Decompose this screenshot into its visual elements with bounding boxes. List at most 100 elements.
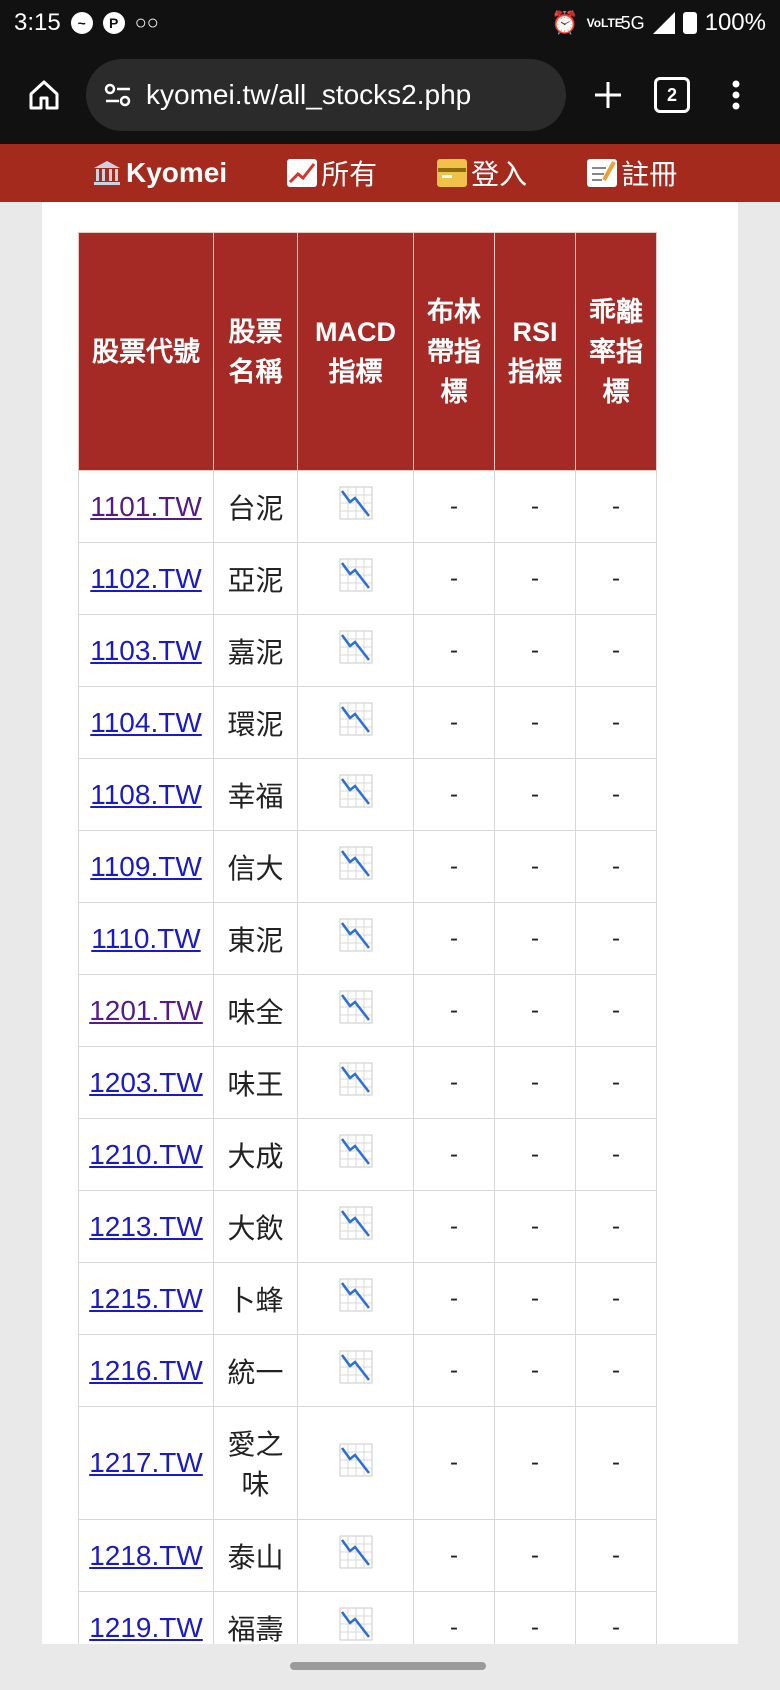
nav-item-login[interactable]: 登入 <box>437 153 527 193</box>
stock-code-link[interactable]: 1103.TW <box>90 635 202 666</box>
chart-down-icon[interactable] <box>339 1206 373 1246</box>
cell-macd[interactable] <box>297 1046 414 1119</box>
cell-bollinger: - <box>413 1118 495 1191</box>
stock-code-link[interactable]: 1101.TW <box>90 491 202 522</box>
chart-down-icon[interactable] <box>339 702 373 742</box>
cell-macd[interactable] <box>297 1519 414 1592</box>
cell-macd[interactable] <box>297 686 414 759</box>
cell-rsi: - <box>494 1046 576 1119</box>
battery-level: 100% <box>704 9 766 36</box>
table-row: 1216.TW 統一 - - - <box>78 1334 657 1407</box>
stock-code-link[interactable]: 1213.TW <box>89 1211 203 1242</box>
volte-label: VoLTE <box>586 16 623 30</box>
cell-bollinger: - <box>413 902 495 975</box>
stock-code-link[interactable]: 1219.TW <box>89 1612 203 1643</box>
cell-rsi: - <box>494 830 576 903</box>
new-tab-button[interactable] <box>576 63 640 127</box>
cell-stock-name: 嘉泥 <box>213 614 298 687</box>
header-bias: 乖離率指標 <box>575 232 657 471</box>
cell-stock-name: 卜蜂 <box>213 1262 298 1335</box>
stock-code-link[interactable]: 1201.TW <box>89 995 203 1026</box>
tab-switcher-button[interactable]: 2 <box>640 63 704 127</box>
cell-bias: - <box>575 542 657 615</box>
cell-stock-name: 統一 <box>213 1334 298 1407</box>
cell-rsi: - <box>494 1262 576 1335</box>
cell-bias: - <box>575 830 657 903</box>
chart-down-icon[interactable] <box>339 1134 373 1174</box>
cell-macd[interactable] <box>297 1118 414 1191</box>
stock-code-link[interactable]: 1218.TW <box>89 1540 203 1571</box>
cell-macd[interactable] <box>297 1591 414 1644</box>
table-row: 1219.TW 福壽 - - - <box>78 1591 657 1644</box>
chart-down-icon[interactable] <box>339 1443 373 1483</box>
gesture-nav-bar[interactable] <box>290 1662 486 1670</box>
cell-stock-code: 1201.TW <box>78 974 214 1047</box>
stock-code-link[interactable]: 1102.TW <box>90 563 202 594</box>
chart-down-icon[interactable] <box>339 1350 373 1390</box>
cell-bollinger: - <box>413 1262 495 1335</box>
chart-down-icon[interactable] <box>339 558 373 598</box>
network-label: 5G <box>620 12 645 33</box>
stock-code-link[interactable]: 1216.TW <box>89 1355 203 1386</box>
stock-code-link[interactable]: 1210.TW <box>89 1139 203 1170</box>
stock-code-link[interactable]: 1203.TW <box>89 1067 203 1098</box>
chart-down-icon[interactable] <box>339 630 373 670</box>
cell-macd[interactable] <box>297 542 414 615</box>
cell-stock-code: 1102.TW <box>78 542 214 615</box>
nav-item-label: 所有 <box>321 159 378 190</box>
table-row: 1101.TW 台泥 - - - <box>78 470 657 543</box>
chart-down-icon[interactable] <box>339 1062 373 1102</box>
cell-macd[interactable] <box>297 614 414 687</box>
address-bar[interactable]: kyomei.tw/all_stocks2.php <box>86 59 566 131</box>
cell-macd[interactable] <box>297 1190 414 1263</box>
nav-item-all[interactable]: 所有 <box>287 153 377 193</box>
cell-bollinger: - <box>413 1406 495 1520</box>
nav-item-register[interactable]: 註冊 <box>587 153 677 193</box>
cell-macd[interactable] <box>297 1406 414 1520</box>
cell-stock-code: 1217.TW <box>78 1406 214 1520</box>
cell-macd[interactable] <box>297 470 414 543</box>
chart-down-icon[interactable] <box>339 846 373 886</box>
chart-down-icon[interactable] <box>339 1278 373 1318</box>
table-row: 1103.TW 嘉泥 - - - <box>78 614 657 687</box>
cell-macd[interactable] <box>297 758 414 831</box>
table-row: 1104.TW 環泥 - - - <box>78 686 657 759</box>
browser-toolbar: kyomei.tw/all_stocks2.php 2 <box>0 46 780 144</box>
cell-bollinger: - <box>413 1190 495 1263</box>
cell-rsi: - <box>494 758 576 831</box>
stock-code-link[interactable]: 1104.TW <box>90 707 202 738</box>
stock-code-link[interactable]: 1217.TW <box>89 1447 203 1478</box>
cell-macd[interactable] <box>297 830 414 903</box>
chart-down-icon[interactable] <box>339 486 373 526</box>
cell-stock-code: 1216.TW <box>78 1334 214 1407</box>
cell-rsi: - <box>494 614 576 687</box>
stock-code-link[interactable]: 1108.TW <box>90 779 202 810</box>
cell-bias: - <box>575 470 657 543</box>
cell-stock-name: 信大 <box>213 830 298 903</box>
cell-macd[interactable] <box>297 974 414 1047</box>
cell-bollinger: - <box>413 758 495 831</box>
chart-down-icon[interactable] <box>339 1607 373 1644</box>
site-settings-icon[interactable] <box>104 83 132 107</box>
status-left: 3:15 ~ P ○○ <box>14 9 551 37</box>
cell-macd[interactable] <box>297 1262 414 1335</box>
cell-macd[interactable] <box>297 902 414 975</box>
chart-down-icon[interactable] <box>339 918 373 958</box>
stock-code-link[interactable]: 1215.TW <box>89 1283 203 1314</box>
chart-down-icon[interactable] <box>339 774 373 814</box>
main-content: 股票代號 股票名稱 MACD指標 布林帶指標 RSI指標 乖離率指標 1101.… <box>42 202 738 1644</box>
chart-down-icon[interactable] <box>339 990 373 1030</box>
cell-bollinger: - <box>413 1334 495 1407</box>
site-nav: Kyomei 所有 登入 註冊 <box>0 144 780 202</box>
stock-code-link[interactable]: 1110.TW <box>91 923 200 954</box>
p-app-icon: P <box>102 12 125 34</box>
cell-stock-name: 愛之味 <box>213 1406 298 1520</box>
overflow-menu-button[interactable] <box>704 63 768 127</box>
nav-brand[interactable]: Kyomei <box>92 157 227 189</box>
stock-code-link[interactable]: 1109.TW <box>90 851 202 882</box>
header-macd: MACD指標 <box>297 232 414 471</box>
chart-down-icon[interactable] <box>339 1535 373 1575</box>
nav-brand-label: Kyomei <box>126 157 228 188</box>
cell-macd[interactable] <box>297 1334 414 1407</box>
home-button[interactable] <box>12 63 76 127</box>
